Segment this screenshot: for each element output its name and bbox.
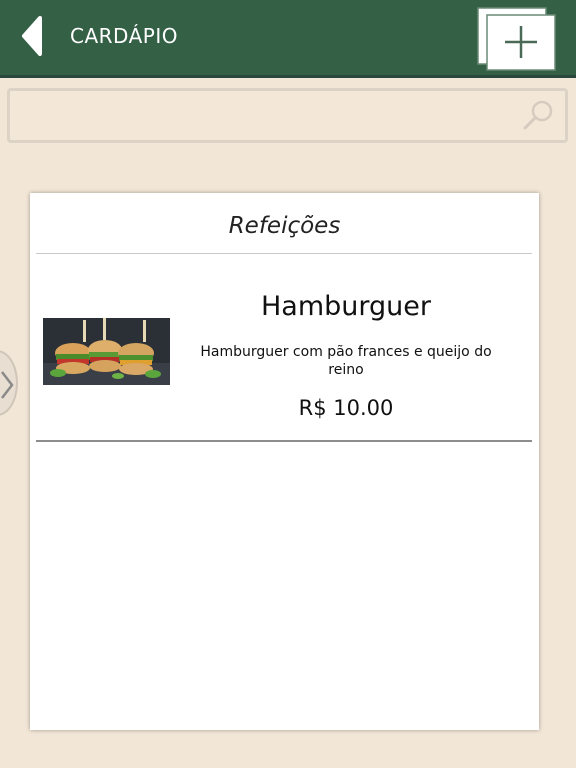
chevron-right-icon: [1, 371, 14, 399]
item-price: R$ 10.00: [298, 396, 394, 420]
hamburger-photo: [43, 318, 170, 385]
side-menu-handle[interactable]: [0, 350, 18, 416]
divider: [36, 440, 532, 442]
search-icon[interactable]: [521, 97, 557, 133]
menu-card: Refeições Hamburguer Hamburguer com pão …: [30, 193, 539, 730]
search-input[interactable]: [10, 91, 565, 140]
item-name: Hamburguer: [261, 291, 431, 322]
add-item-button[interactable]: [476, 6, 558, 72]
add-icon: [477, 7, 556, 71]
page-title: CARDÁPIO: [70, 24, 178, 48]
search-bar: [7, 88, 568, 143]
app-header: CARDÁPIO: [0, 0, 576, 78]
section-title: Refeições: [228, 213, 341, 239]
divider: [36, 253, 532, 254]
item-description: Hamburguer com pão frances e queijo do r…: [200, 344, 492, 378]
menu-item[interactable]: Hamburguer Hamburguer com pão frances e …: [36, 273, 532, 441]
back-button[interactable]: [18, 14, 48, 58]
back-arrow-icon: [22, 16, 42, 56]
